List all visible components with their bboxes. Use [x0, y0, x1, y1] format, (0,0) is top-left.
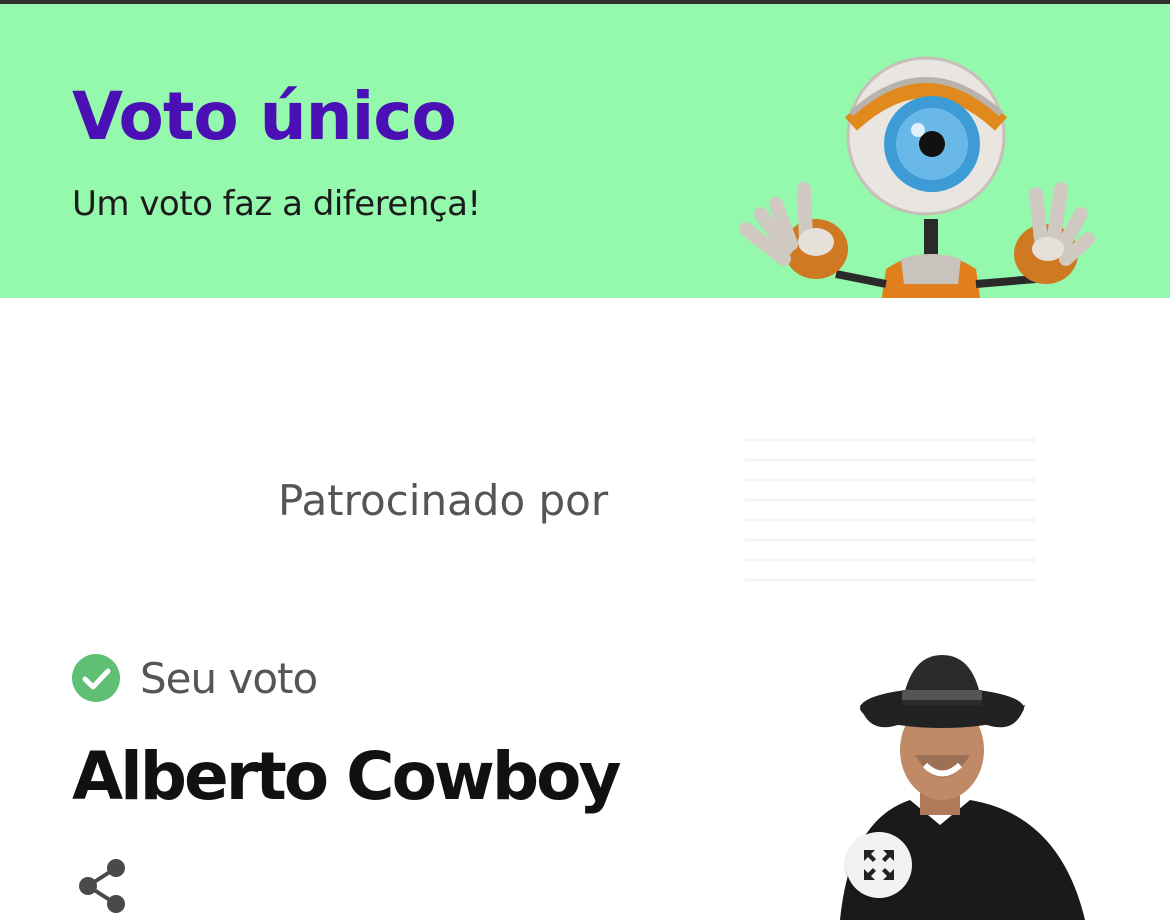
- share-icon[interactable]: [76, 858, 128, 914]
- check-circle-icon: [72, 654, 120, 702]
- sponsor-label: Patrocinado por: [278, 476, 609, 525]
- vote-status: Seu voto: [72, 650, 318, 706]
- sponsor-logo-icon: [745, 438, 1035, 582]
- candidate-name: Alberto Cowboy: [72, 738, 621, 815]
- header-banner: Voto único Um voto faz a diferença!: [0, 4, 1170, 298]
- page-title: Voto único: [72, 78, 457, 155]
- page-subtitle: Um voto faz a diferença!: [72, 184, 481, 224]
- expand-button[interactable]: [846, 832, 912, 898]
- expand-icon: [864, 850, 894, 880]
- big-brother-eye-mascot-icon: [739, 56, 1095, 298]
- vote-status-label: Seu voto: [140, 653, 318, 703]
